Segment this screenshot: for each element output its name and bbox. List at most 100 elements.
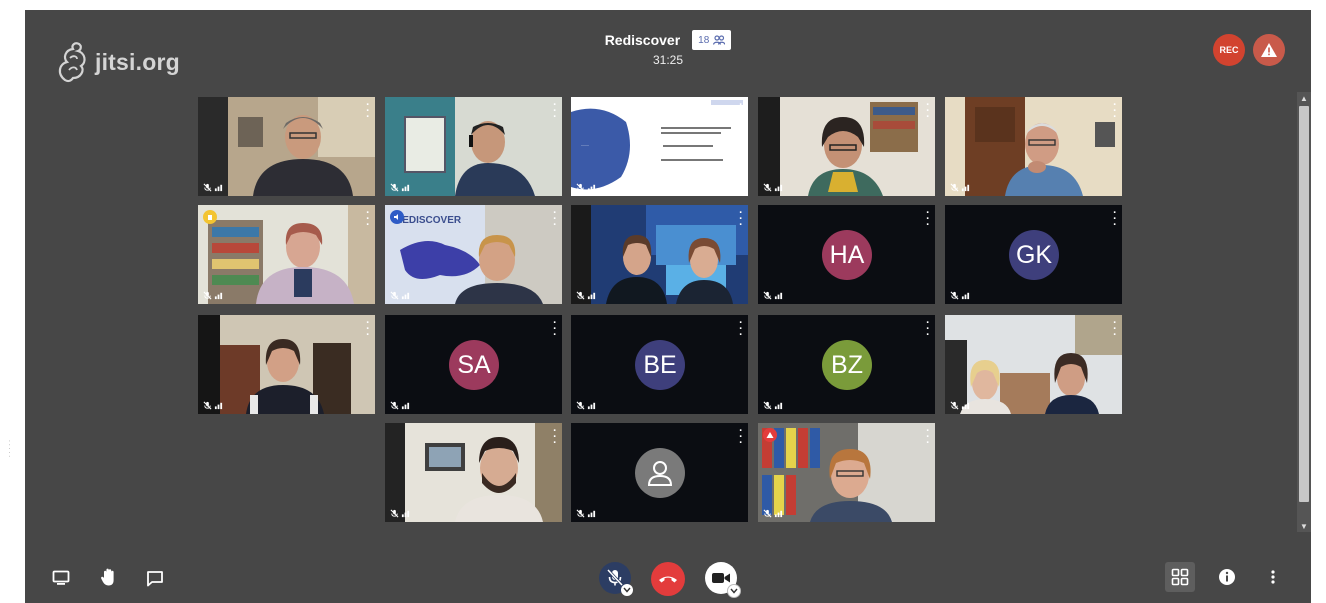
- tile-mic-muted-icon: [390, 183, 399, 192]
- tile-mic-muted-icon: [950, 291, 959, 300]
- participants-icon: [713, 35, 726, 45]
- tile-menu-icon[interactable]: · · ·: [366, 100, 370, 123]
- dominant-speaker-icon: [390, 210, 404, 224]
- tile-status-icons: [576, 183, 596, 192]
- participant-count-badge[interactable]: 18: [692, 30, 732, 50]
- info-icon: [1219, 569, 1235, 585]
- participant-tile[interactable]: ···· · · ·: [571, 97, 748, 196]
- tile-menu-icon[interactable]: · · ·: [926, 426, 930, 449]
- tile-menu-icon[interactable]: · · ·: [553, 100, 557, 123]
- tile-status-icons: [576, 509, 596, 518]
- tile-menu-icon[interactable]: · · ·: [739, 100, 743, 123]
- tile-mic-muted-icon: [950, 183, 959, 192]
- jitsi-logo-icon: [58, 42, 86, 83]
- warning-badge[interactable]: [1253, 34, 1285, 66]
- tile-menu-icon[interactable]: · · ·: [1113, 208, 1117, 231]
- microphone-button[interactable]: [599, 562, 633, 596]
- participant-video: [571, 205, 748, 304]
- conference-header: Rediscover 18 31:25: [565, 30, 771, 67]
- participant-tile[interactable]: · · ·: [945, 315, 1122, 414]
- tile-menu-icon[interactable]: · · ·: [1113, 100, 1117, 123]
- participant-tile[interactable]: · · ·: [571, 205, 748, 304]
- tile-mic-muted-icon: [390, 401, 399, 410]
- tile-menu-icon[interactable]: · · ·: [1113, 318, 1117, 341]
- tile-status-icons: [950, 401, 970, 410]
- tile-status-icons: [950, 183, 970, 192]
- raise-hand-button[interactable]: [97, 564, 121, 590]
- tile-menu-icon[interactable]: · · ·: [926, 318, 930, 341]
- meeting-timer: 31:25: [652, 53, 684, 67]
- tile-menu-icon[interactable]: · · ·: [553, 318, 557, 341]
- participant-count: 18: [698, 34, 710, 46]
- tile-connection-icon: [401, 184, 410, 192]
- recording-badge[interactable]: REC: [1213, 34, 1245, 66]
- tile-connection-icon: [401, 402, 410, 410]
- meeting-window: jitsi.org Rediscover 18 31:25 REC · · · · · ·…: [25, 10, 1311, 603]
- tile-connection-icon: [214, 184, 223, 192]
- tile-status-icons: [390, 183, 410, 192]
- participant-tile[interactable]: REDISCOVER · · ·: [385, 205, 562, 304]
- screen-share-button[interactable]: [49, 566, 73, 590]
- participant-tile[interactable]: HA · · ·: [758, 205, 935, 304]
- participant-tile[interactable]: · · ·: [385, 423, 562, 522]
- tile-status-icons: [763, 401, 783, 410]
- jitsi-logo[interactable]: jitsi.org: [55, 40, 180, 84]
- participant-tile[interactable]: · · ·: [198, 315, 375, 414]
- tile-mic-muted-icon: [390, 291, 399, 300]
- tile-status-icons: [950, 291, 970, 300]
- participant-tile[interactable]: · · ·: [198, 205, 375, 304]
- tile-connection-icon: [774, 184, 783, 192]
- raised-hand-badge-icon: [203, 210, 217, 224]
- participant-tile[interactable]: SA · · ·: [385, 315, 562, 414]
- hangup-button[interactable]: [651, 562, 685, 596]
- grid-scrollbar[interactable]: ▲ ▼: [1297, 92, 1311, 532]
- tile-menu-icon[interactable]: · · ·: [366, 318, 370, 341]
- info-button[interactable]: [1217, 567, 1237, 587]
- chat-button[interactable]: [143, 566, 167, 590]
- tile-mic-muted-icon: [763, 509, 772, 518]
- tile-view-button[interactable]: [1165, 562, 1195, 592]
- tile-menu-icon[interactable]: · · ·: [553, 426, 557, 449]
- scroll-thumb[interactable]: [1299, 106, 1309, 502]
- scroll-down-arrow-icon[interactable]: ▼: [1297, 520, 1311, 532]
- participant-tile[interactable]: · · ·: [198, 97, 375, 196]
- tile-menu-icon[interactable]: · · ·: [366, 208, 370, 231]
- participant-tile[interactable]: BZ · · ·: [758, 315, 935, 414]
- page-margin-text: · · · · ·: [5, 440, 12, 458]
- participant-tile[interactable]: BE · · ·: [571, 315, 748, 414]
- participant-video: [385, 423, 562, 522]
- participant-tile[interactable]: GK · · ·: [945, 205, 1122, 304]
- scroll-up-arrow-icon[interactable]: ▲: [1297, 92, 1311, 104]
- logo-text: jitsi.org: [95, 48, 180, 75]
- more-options-button[interactable]: [1265, 567, 1281, 587]
- mic-options-chevron-icon[interactable]: [621, 584, 633, 596]
- shared-screen-video: ····: [571, 97, 748, 196]
- participant-tile[interactable]: · · ·: [385, 97, 562, 196]
- participant-video: [758, 423, 935, 522]
- tile-connection-icon: [587, 184, 596, 192]
- tile-connection-icon: [961, 184, 970, 192]
- tile-mic-muted-icon: [763, 401, 772, 410]
- participant-tile[interactable]: · · ·: [945, 97, 1122, 196]
- camera-options-chevron-icon[interactable]: [727, 584, 741, 598]
- tile-menu-icon[interactable]: · · ·: [553, 208, 557, 231]
- camera-button[interactable]: [705, 562, 741, 598]
- tile-connection-icon: [774, 510, 783, 518]
- tile-status-icons: [763, 183, 783, 192]
- participant-video: [198, 205, 375, 304]
- tile-connection-icon: [587, 402, 596, 410]
- tile-menu-icon[interactable]: · · ·: [926, 208, 930, 231]
- tile-menu-icon[interactable]: · · ·: [739, 208, 743, 231]
- default-avatar-icon: [635, 448, 685, 498]
- tile-mic-muted-icon: [203, 401, 212, 410]
- tile-mic-muted-icon: [203, 291, 212, 300]
- participant-video: [198, 315, 375, 414]
- tile-menu-icon[interactable]: · · ·: [739, 318, 743, 341]
- tile-menu-icon[interactable]: · · ·: [926, 100, 930, 123]
- tile-menu-icon[interactable]: · · ·: [739, 426, 743, 449]
- participant-tile[interactable]: · · ·: [571, 423, 748, 522]
- participant-tile[interactable]: · · ·: [758, 423, 935, 522]
- tile-connection-icon: [401, 292, 410, 300]
- participant-tile[interactable]: · · ·: [758, 97, 935, 196]
- more-options-icon: [1271, 570, 1275, 584]
